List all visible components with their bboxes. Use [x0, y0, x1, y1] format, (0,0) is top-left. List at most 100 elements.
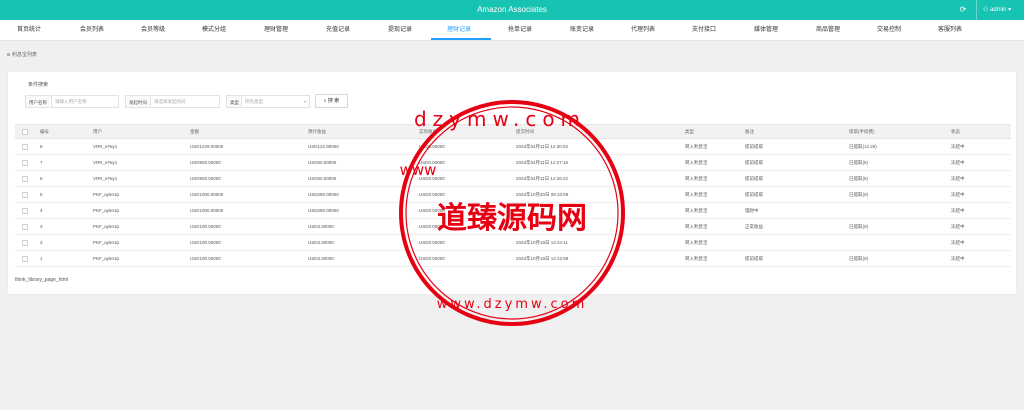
column-header: 提取(手续费) [849, 129, 875, 134]
table-row: 3 PKF_ay5n1p USD100.00000 USD3.00000 USD… [15, 219, 1011, 235]
cell-amount: USD100.00000 [190, 256, 221, 261]
select-all-checkbox[interactable] [22, 129, 28, 135]
cell-actual: USD0.00000 [419, 144, 445, 149]
type-filter-value: 所有类型 [245, 99, 263, 104]
tab-payment-gateways[interactable]: 支付接口 [692, 20, 716, 41]
column-header: 备注 [745, 129, 754, 134]
cell-note: 提前提取 [745, 176, 763, 181]
table-row: 1 PKF_ay5n1p USD100.00000 USD3.00000 USD… [15, 251, 1011, 267]
cell-status: 冻结中 [951, 208, 965, 213]
tab-mode-groups[interactable]: 模式分组 [202, 20, 226, 41]
table-row: 5 PKF_ay5n1p USD1000.00000 USD280.00000 … [15, 187, 1011, 203]
tab-member-levels[interactable]: 会员等级 [141, 20, 165, 41]
cell-user: PKF_ay5n1p [93, 192, 120, 197]
circle-icon [7, 53, 10, 57]
type-filter-select[interactable]: 所有类型 ▾ [241, 95, 310, 108]
search-button-label: 搜 索 [327, 98, 340, 104]
tab-media[interactable]: 媒体管理 [754, 20, 778, 41]
tab-support[interactable]: 客服列表 [938, 20, 962, 41]
tab-trade-control[interactable]: 交易控制 [877, 20, 901, 41]
cell-status: 冻结中 [951, 144, 965, 149]
cell-id: 1 [40, 256, 43, 261]
tab-finance-management[interactable]: 理财管理 [264, 20, 288, 41]
table-row: 6 VRR_eTeyo USD500.00000 USD50.00000 USD… [15, 171, 1011, 187]
cell-actual: USD0.00000 [419, 208, 445, 213]
top-bar: Amazon Associates ⟳ ⚇ admin ▾ [0, 0, 1024, 20]
cell-actual: USD0.00000 [419, 256, 445, 261]
row-checkbox[interactable] [22, 256, 28, 262]
cell-amount: USD1229.00000 [190, 144, 224, 149]
user-menu[interactable]: ⚇ admin ▾ [983, 0, 1011, 20]
row-checkbox[interactable] [22, 144, 28, 150]
refresh-icon[interactable]: ⟳ [956, 0, 970, 20]
tab-balance-records[interactable]: 账变记录 [570, 20, 594, 41]
tab-order-records[interactable]: 抢单记录 [508, 20, 532, 41]
column-header: 类型 [685, 129, 694, 134]
user-name: admin [990, 7, 1007, 13]
cell-time: 2022年10月19日 12:22:58 [516, 256, 569, 261]
cell-time: 2022年10月20日 09:10:59 [516, 192, 569, 197]
cell-amount: USD500.00000 [190, 160, 221, 165]
search-button[interactable]: ⌕ 搜 索 [315, 94, 348, 108]
tab-dashboard[interactable]: 首页统计 [17, 20, 41, 41]
cell-id: 8 [40, 144, 43, 149]
search-icon: ⌕ [323, 98, 327, 104]
tab-deposit-records[interactable]: 充值记录 [326, 20, 350, 41]
cell-type: 转入利息宝 [685, 176, 708, 181]
cell-actual: USD0.00000 [419, 192, 445, 197]
table-header: 编号 用户 金额 预计收益 实际收益 提交时间 类型 备注 提取(手续费) 状态 [15, 124, 1011, 139]
tab-agents[interactable]: 代理列表 [631, 20, 655, 41]
column-header: 状态 [951, 129, 960, 134]
cell-expected: USD280.00000 [308, 192, 339, 197]
cell-expected: USD3.00000 [308, 240, 334, 245]
user-filter-input[interactable]: 请输入用户名称 [51, 95, 119, 108]
cell-type: 转入利息宝 [685, 144, 708, 149]
date-filter-input[interactable]: 请选择发起时间 [150, 95, 220, 108]
column-header: 用户 [93, 129, 102, 134]
cell-expected: USD280.00000 [308, 208, 339, 213]
cell-note: 提前提取 [745, 144, 763, 149]
cell-status: 冻结中 [951, 256, 965, 261]
cell-note: 理财中 [745, 208, 759, 213]
date-filter-label: 发起时间 [125, 95, 150, 108]
cell-note: 正常收益 [745, 224, 763, 229]
app-title: Amazon Associates [477, 5, 547, 14]
cell-withdraw: 已提取(12.29) [849, 144, 877, 149]
cell-id: 5 [40, 192, 43, 197]
row-checkbox[interactable] [22, 208, 28, 214]
row-checkbox[interactable] [22, 192, 28, 198]
pagination-text: think_library_page_html [15, 277, 69, 283]
cell-type: 转入利息宝 [685, 192, 708, 197]
cell-expected: USD3.00000 [308, 256, 334, 261]
date-filter-placeholder: 请选择发起时间 [154, 99, 186, 104]
row-checkbox[interactable] [22, 224, 28, 230]
cell-note: 提前提取 [745, 256, 763, 261]
cell-id: 6 [40, 176, 43, 181]
cell-expected: USD122.90000 [308, 144, 339, 149]
tab-members[interactable]: 会员列表 [80, 20, 104, 41]
cell-type: 转入利息宝 [685, 240, 708, 245]
row-checkbox[interactable] [22, 176, 28, 182]
stamp-bottom-text: www.dzymw.com [437, 297, 588, 312]
tab-products[interactable]: 商品管理 [816, 20, 840, 41]
active-tab-indicator [431, 38, 491, 40]
user-filter-label: 用户名称 [25, 95, 50, 108]
column-header: 实际收益 [419, 129, 437, 134]
row-checkbox[interactable] [22, 240, 28, 246]
cell-withdraw: 已提取(5) [849, 160, 868, 165]
cell-user: VRR_eTeyo [93, 160, 118, 165]
cell-type: 转入利息宝 [685, 208, 708, 213]
cell-user: PKF_ay5n1p [93, 208, 120, 213]
tab-withdraw-records[interactable]: 提现记录 [388, 20, 412, 41]
type-filter-label: 类型 [226, 95, 242, 108]
row-checkbox[interactable] [22, 160, 28, 166]
cell-withdraw: 已提取(0) [849, 192, 868, 197]
breadcrumb: 利息宝列表 [7, 51, 37, 58]
cell-time: 2022年10月19日 12:24:11 [516, 240, 568, 245]
cell-user: VRR_eTeyo [93, 176, 118, 181]
cell-user: VRR_eTeyo [93, 144, 118, 149]
content-panel: 条件搜索 用户名称 请输入用户名称 发起时间 请选择发起时间 类型 所有类型 ▾… [7, 71, 1017, 295]
cell-status: 冻结中 [951, 176, 965, 181]
cell-withdraw: 已提取(0) [849, 256, 868, 261]
cell-actual: USD0.00000 [419, 176, 445, 181]
